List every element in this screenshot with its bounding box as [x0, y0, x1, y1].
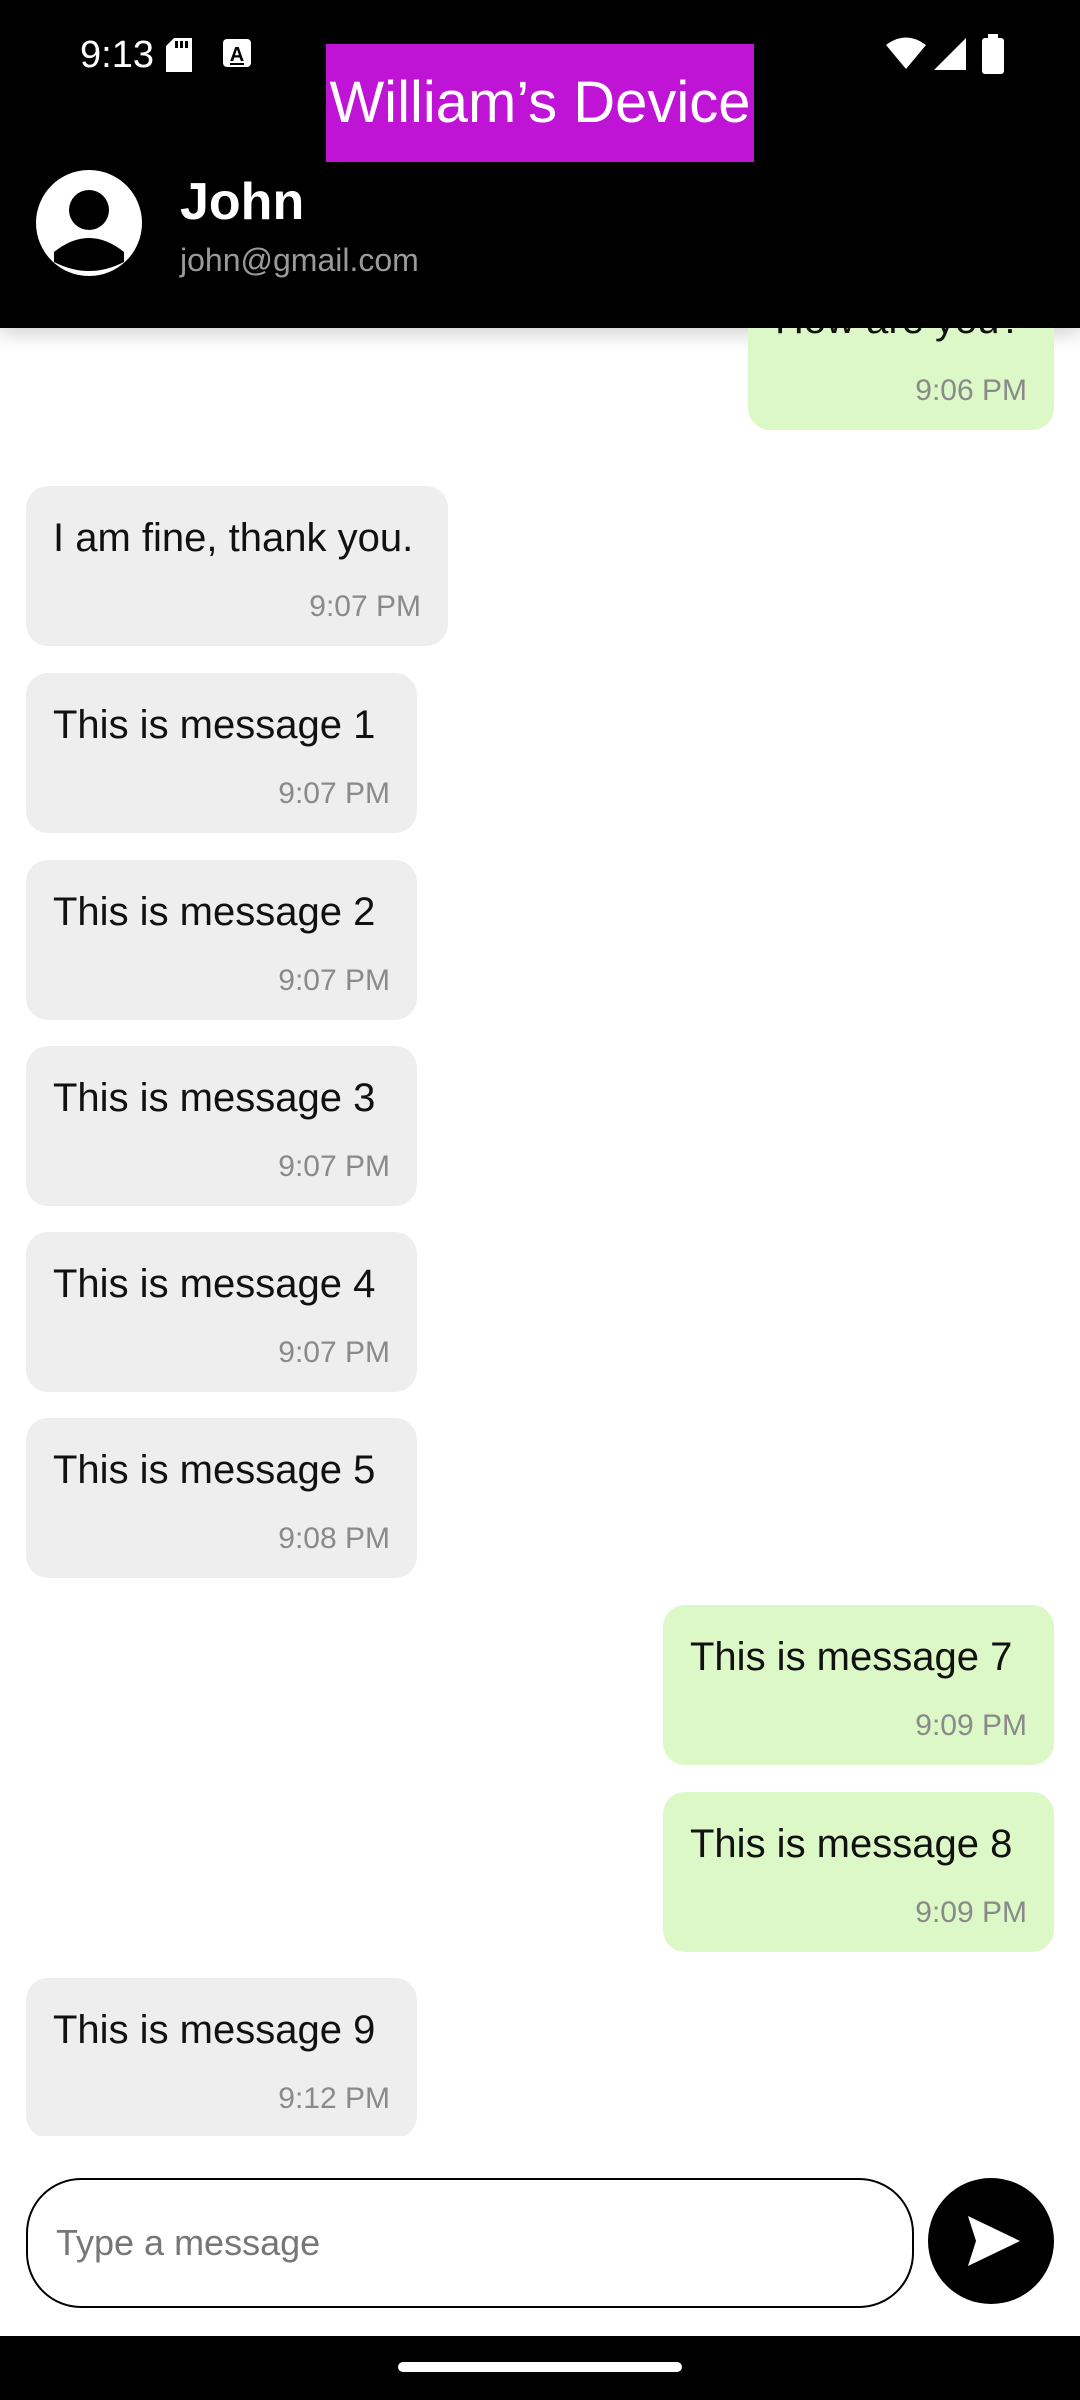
message-list[interactable]: How are you? 9:06 PM I am fine, thank yo…	[0, 328, 1080, 2136]
message-text: This is message 8	[690, 1822, 1013, 1866]
account-circle-icon[interactable]	[36, 170, 142, 276]
navigation-bar	[0, 2336, 1080, 2400]
message-text: This is message 4	[53, 1262, 376, 1306]
message-input[interactable]	[26, 2178, 914, 2308]
message-text: This is message 5	[53, 1448, 376, 1492]
message-text: I am fine, thank you.	[53, 516, 414, 560]
message-bubble-incoming[interactable]: This is message 5 9:08 PM	[26, 1418, 417, 1578]
contact-name: John	[180, 173, 305, 231]
message-time: 9:09 PM	[915, 1896, 1027, 1929]
message-bubble-outgoing[interactable]: This is message 7 9:09 PM	[663, 1605, 1054, 1765]
sd-card-icon	[166, 38, 192, 77]
message-text: This is message 1	[53, 703, 376, 747]
message-bubble-incoming[interactable]: This is message 9 9:12 PM	[26, 1978, 417, 2136]
message-time: 9:12 PM	[278, 2082, 390, 2115]
battery-icon	[982, 34, 1004, 79]
message-bubble-outgoing[interactable]: This is message 8 9:09 PM	[663, 1792, 1054, 1952]
home-gesture-handle[interactable]	[398, 2362, 682, 2372]
message-composer	[0, 2160, 1080, 2336]
message-text: This is message 7	[690, 1635, 1013, 1679]
keyboard-a-icon: A	[222, 38, 252, 73]
message-bubble-incoming[interactable]: This is message 1 9:07 PM	[26, 673, 417, 833]
message-time: 9:07 PM	[278, 1336, 390, 1369]
message-bubble-incoming[interactable]: This is message 4 9:07 PM	[26, 1232, 417, 1392]
message-time: 9:07 PM	[278, 777, 390, 810]
message-time: 9:07 PM	[278, 964, 390, 997]
message-text: This is message 2	[53, 890, 376, 934]
message-time: 9:08 PM	[278, 1522, 390, 1555]
device-banner: William’s Device	[326, 44, 754, 162]
message-bubble-incoming[interactable]: This is message 2 9:07 PM	[26, 860, 417, 1020]
message-bubble-outgoing[interactable]: How are you? 9:06 PM	[748, 328, 1054, 430]
wifi-icon	[886, 36, 926, 75]
message-time: 9:09 PM	[915, 1709, 1027, 1742]
message-text: How are you?	[775, 328, 1022, 343]
message-time: 9:06 PM	[915, 374, 1027, 407]
status-time: 9:13	[80, 34, 154, 76]
send-button[interactable]	[928, 2178, 1054, 2304]
message-text: This is message 9	[53, 2008, 376, 2052]
message-bubble-incoming[interactable]: I am fine, thank you. 9:07 PM	[26, 486, 448, 646]
contact-email: john@gmail.com	[180, 242, 419, 278]
signal-icon	[934, 38, 966, 75]
message-time: 9:07 PM	[309, 590, 421, 623]
message-time: 9:07 PM	[278, 1150, 390, 1183]
svg-text:A: A	[230, 44, 244, 66]
message-text: This is message 3	[53, 1076, 376, 1120]
message-bubble-incoming[interactable]: This is message 3 9:07 PM	[26, 1046, 417, 1206]
send-icon	[968, 2216, 1020, 2266]
